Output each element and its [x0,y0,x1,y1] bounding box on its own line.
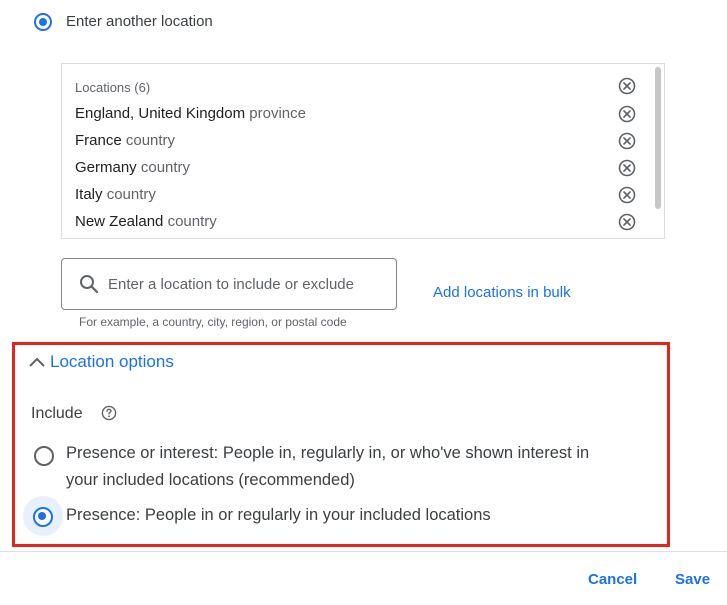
list-item: Italy country [75,186,635,206]
location-options-label: Location options [50,352,174,371]
close-circle-icon[interactable] [618,105,636,123]
list-item: Germany country [75,159,635,179]
close-circle-icon[interactable] [618,159,636,177]
location-type: country [167,213,217,230]
close-circle-icon[interactable] [618,77,636,95]
location-name: France [75,132,122,149]
enter-another-location-radio[interactable] [34,13,52,31]
help-circle-icon[interactable] [101,405,117,421]
selected-locations-list: Locations (6) England, United Kingdom pr… [61,63,665,239]
list-item: England, United Kingdom province [75,105,635,125]
search-icon [80,275,99,294]
location-name: Germany [75,159,137,176]
presence-label: Presence: People in or regularly in your… [66,506,491,524]
location-type: country [125,132,176,149]
location-search-input[interactable] [108,273,388,295]
locations-count-header: Locations (6) [75,80,151,95]
location-name: Italy [75,186,103,203]
presence-or-interest-label-line1: Presence or interest: People in, regular… [66,444,590,462]
include-label: Include [31,405,83,422]
search-helper-text: For example, a country, city, region, or… [79,315,347,329]
location-name: England, United Kingdom [75,105,246,122]
location-type: country [106,186,156,203]
footer-divider [0,551,727,552]
list-item: France country [75,132,635,152]
close-circle-icon[interactable] [618,186,636,204]
locations-scrollbar[interactable] [655,67,661,209]
add-locations-in-bulk-link[interactable]: Add locations in bulk [433,284,571,301]
chevron-up-icon [29,357,45,367]
close-circle-icon[interactable] [618,132,636,150]
location-type: country [140,159,191,176]
presence-radio[interactable] [33,507,53,527]
presence-or-interest-label-line2: your included locations (recommended) [66,471,355,489]
save-button[interactable]: Save [675,571,710,588]
list-item: New Zealand country [75,213,635,233]
cancel-button[interactable]: Cancel [588,571,637,588]
enter-another-location-label: Enter another location [66,13,213,30]
presence-or-interest-radio[interactable] [34,446,54,466]
location-type: province [249,105,306,122]
location-search-box[interactable] [61,258,397,310]
close-circle-icon[interactable] [618,213,636,231]
location-name: New Zealand [75,213,164,230]
